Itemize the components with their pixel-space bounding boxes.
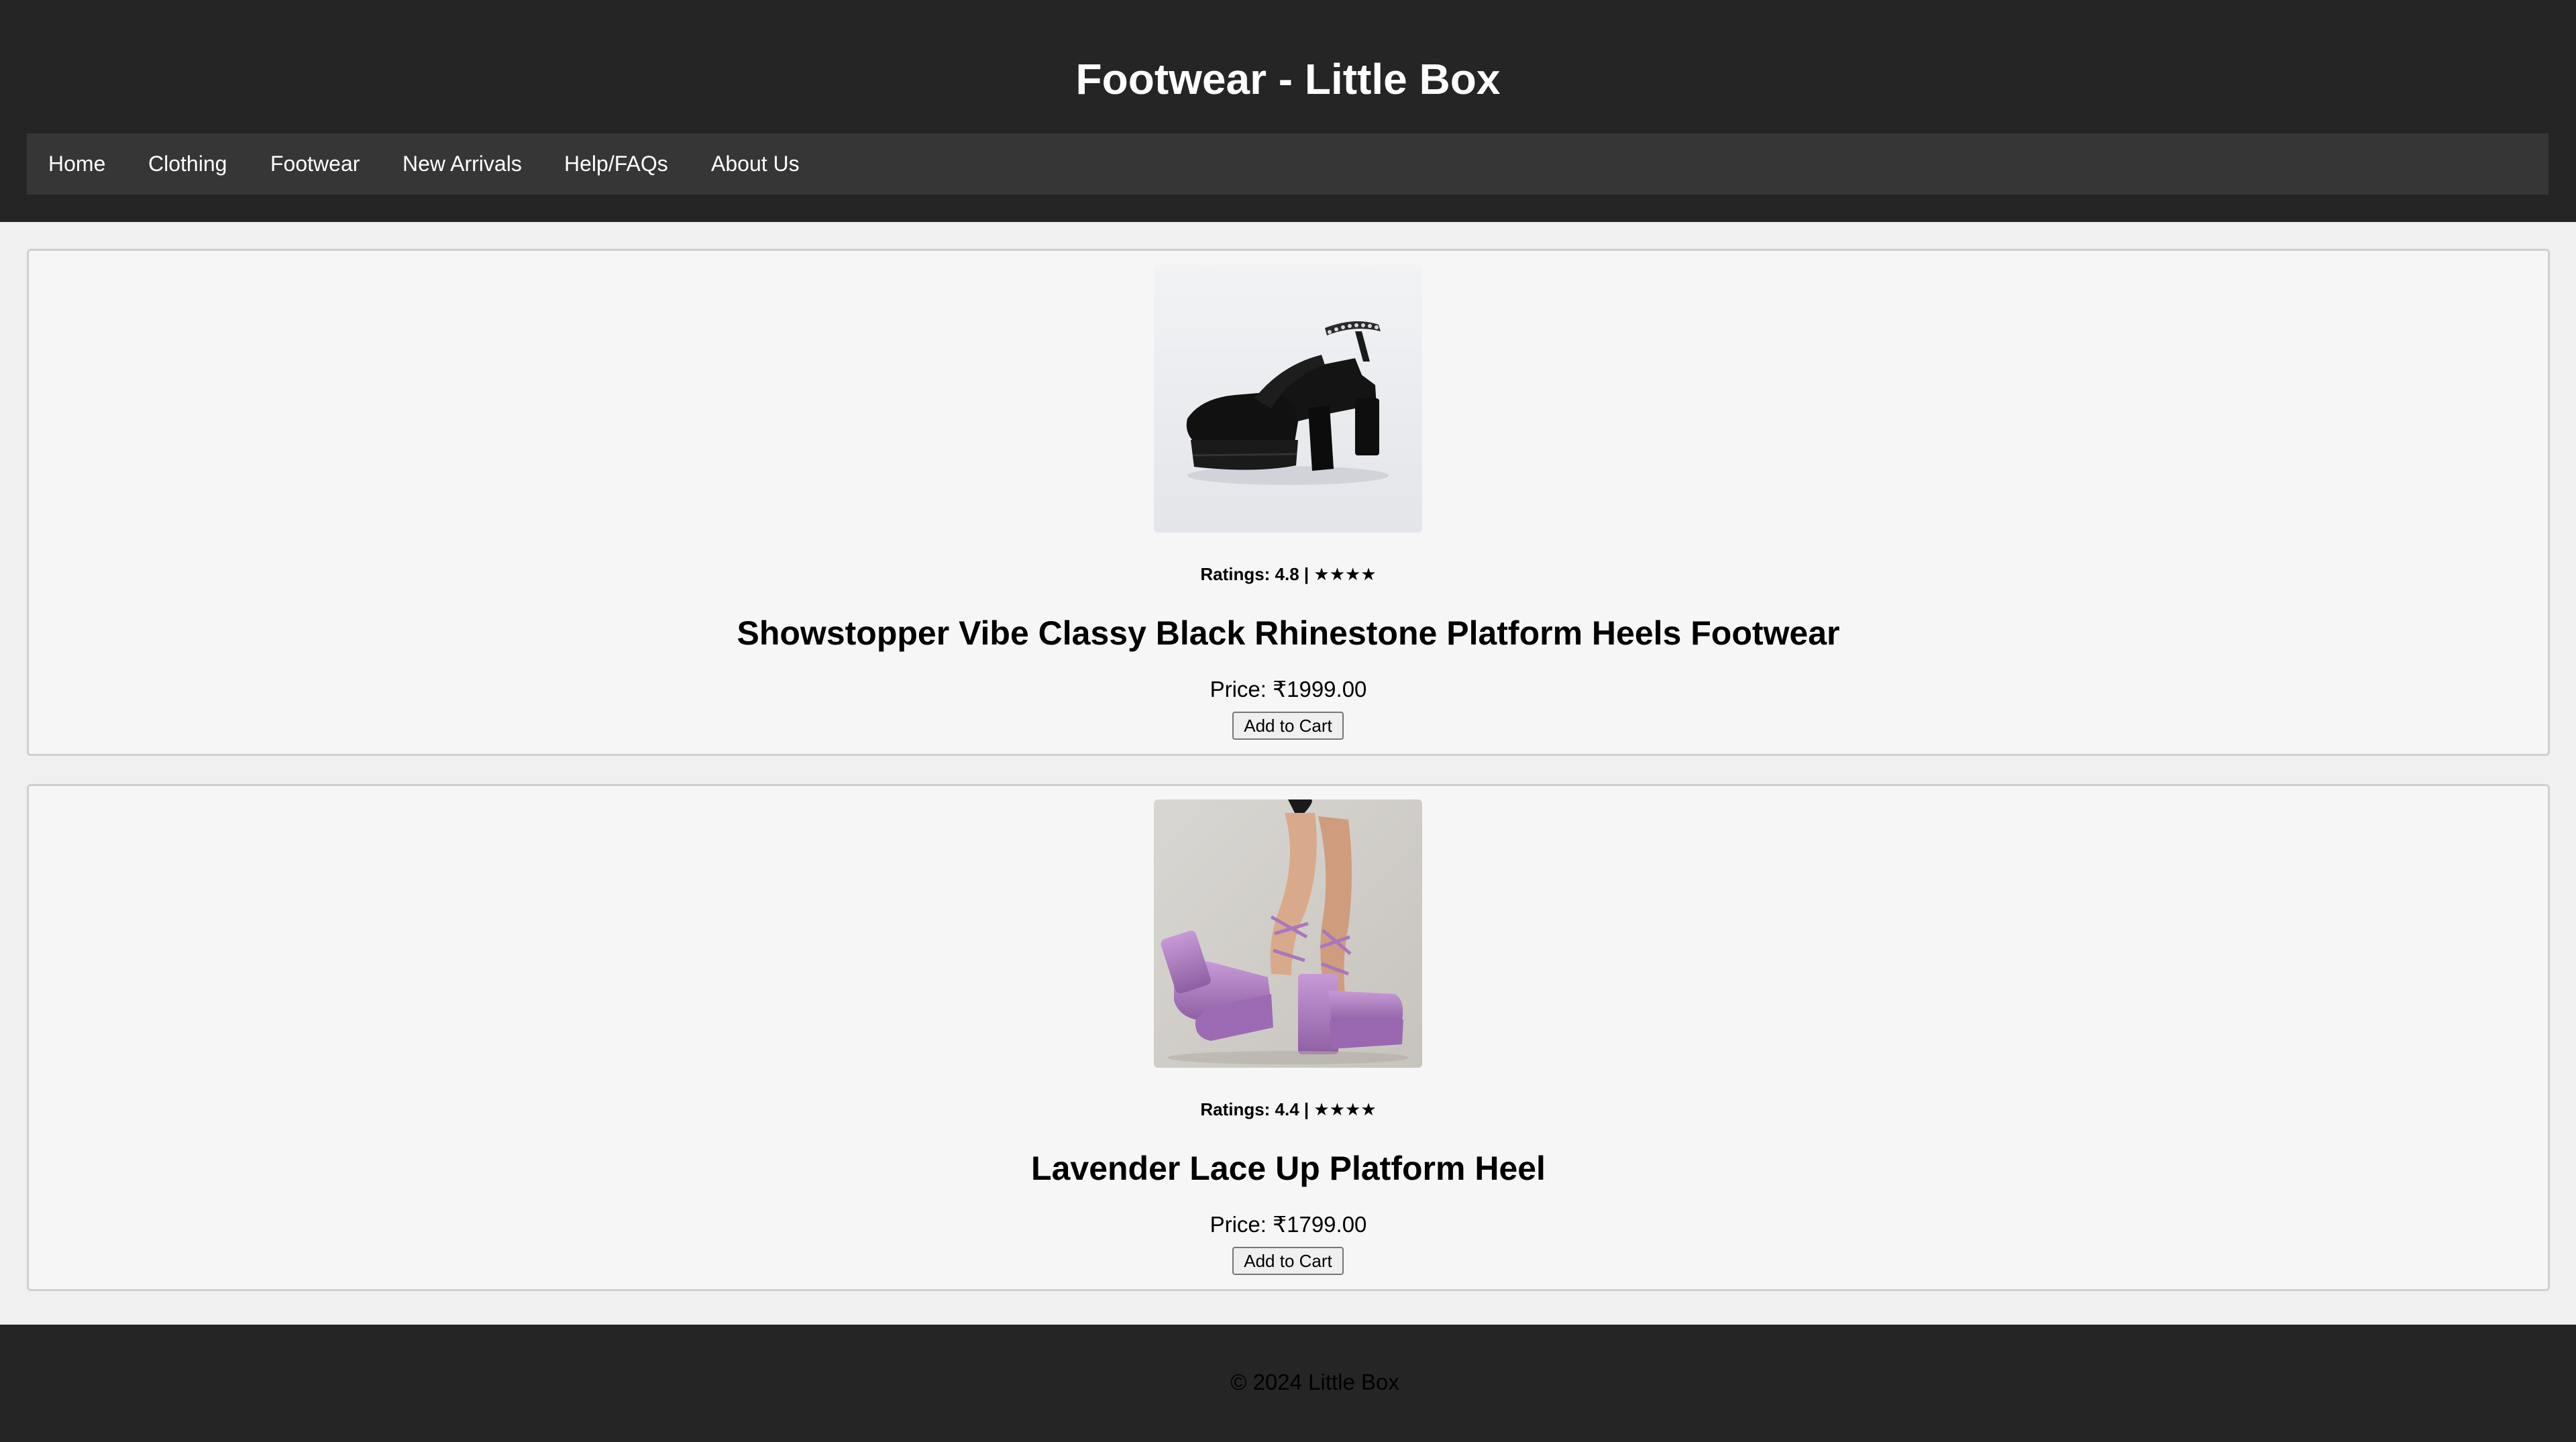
nav-item-new-arrivals[interactable]: New Arrivals bbox=[402, 133, 522, 195]
product-image-lavender-heels[interactable] bbox=[1154, 799, 1422, 1068]
nav-item-home[interactable]: Home bbox=[48, 133, 105, 195]
product-image-black-heels[interactable] bbox=[1154, 264, 1422, 533]
nav-item-help-faqs[interactable]: Help/FAQs bbox=[564, 133, 668, 195]
add-to-cart-button[interactable]: Add to Cart bbox=[1232, 1247, 1344, 1275]
product-rating: Ratings: 4.8 | ★★★★ bbox=[1200, 564, 1377, 584]
nav-item-clothing[interactable]: Clothing bbox=[148, 133, 227, 195]
product-title: Showstopper Vibe Classy Black Rhinestone… bbox=[737, 614, 1840, 652]
product-title: Lavender Lace Up Platform Heel bbox=[1031, 1150, 1546, 1187]
page-title: Footwear - Little Box bbox=[1075, 55, 1501, 103]
product-price: Price: ₹1999.00 bbox=[1210, 677, 1367, 702]
site-header: Footwear - Little Box Home Clothing Foot… bbox=[0, 0, 2576, 222]
add-to-cart-button[interactable]: Add to Cart bbox=[1232, 712, 1344, 740]
product-price: Price: ₹1799.00 bbox=[1210, 1212, 1367, 1237]
site-footer: © 2024 Little Box bbox=[0, 1325, 2576, 1442]
product-card: Ratings: 4.4 | ★★★★ Lavender Lace Up Pla… bbox=[27, 784, 2550, 1291]
product-rating: Ratings: 4.4 | ★★★★ bbox=[1200, 1099, 1377, 1119]
copyright-text: © 2024 Little Box bbox=[1230, 1370, 1399, 1394]
product-card: Ratings: 4.8 | ★★★★ Showstopper Vibe Cla… bbox=[27, 249, 2550, 756]
nav-item-about-us[interactable]: About Us bbox=[711, 133, 800, 195]
main-nav: Home Clothing Footwear New Arrivals Help… bbox=[27, 133, 2548, 195]
nav-item-footwear[interactable]: Footwear bbox=[270, 133, 360, 195]
